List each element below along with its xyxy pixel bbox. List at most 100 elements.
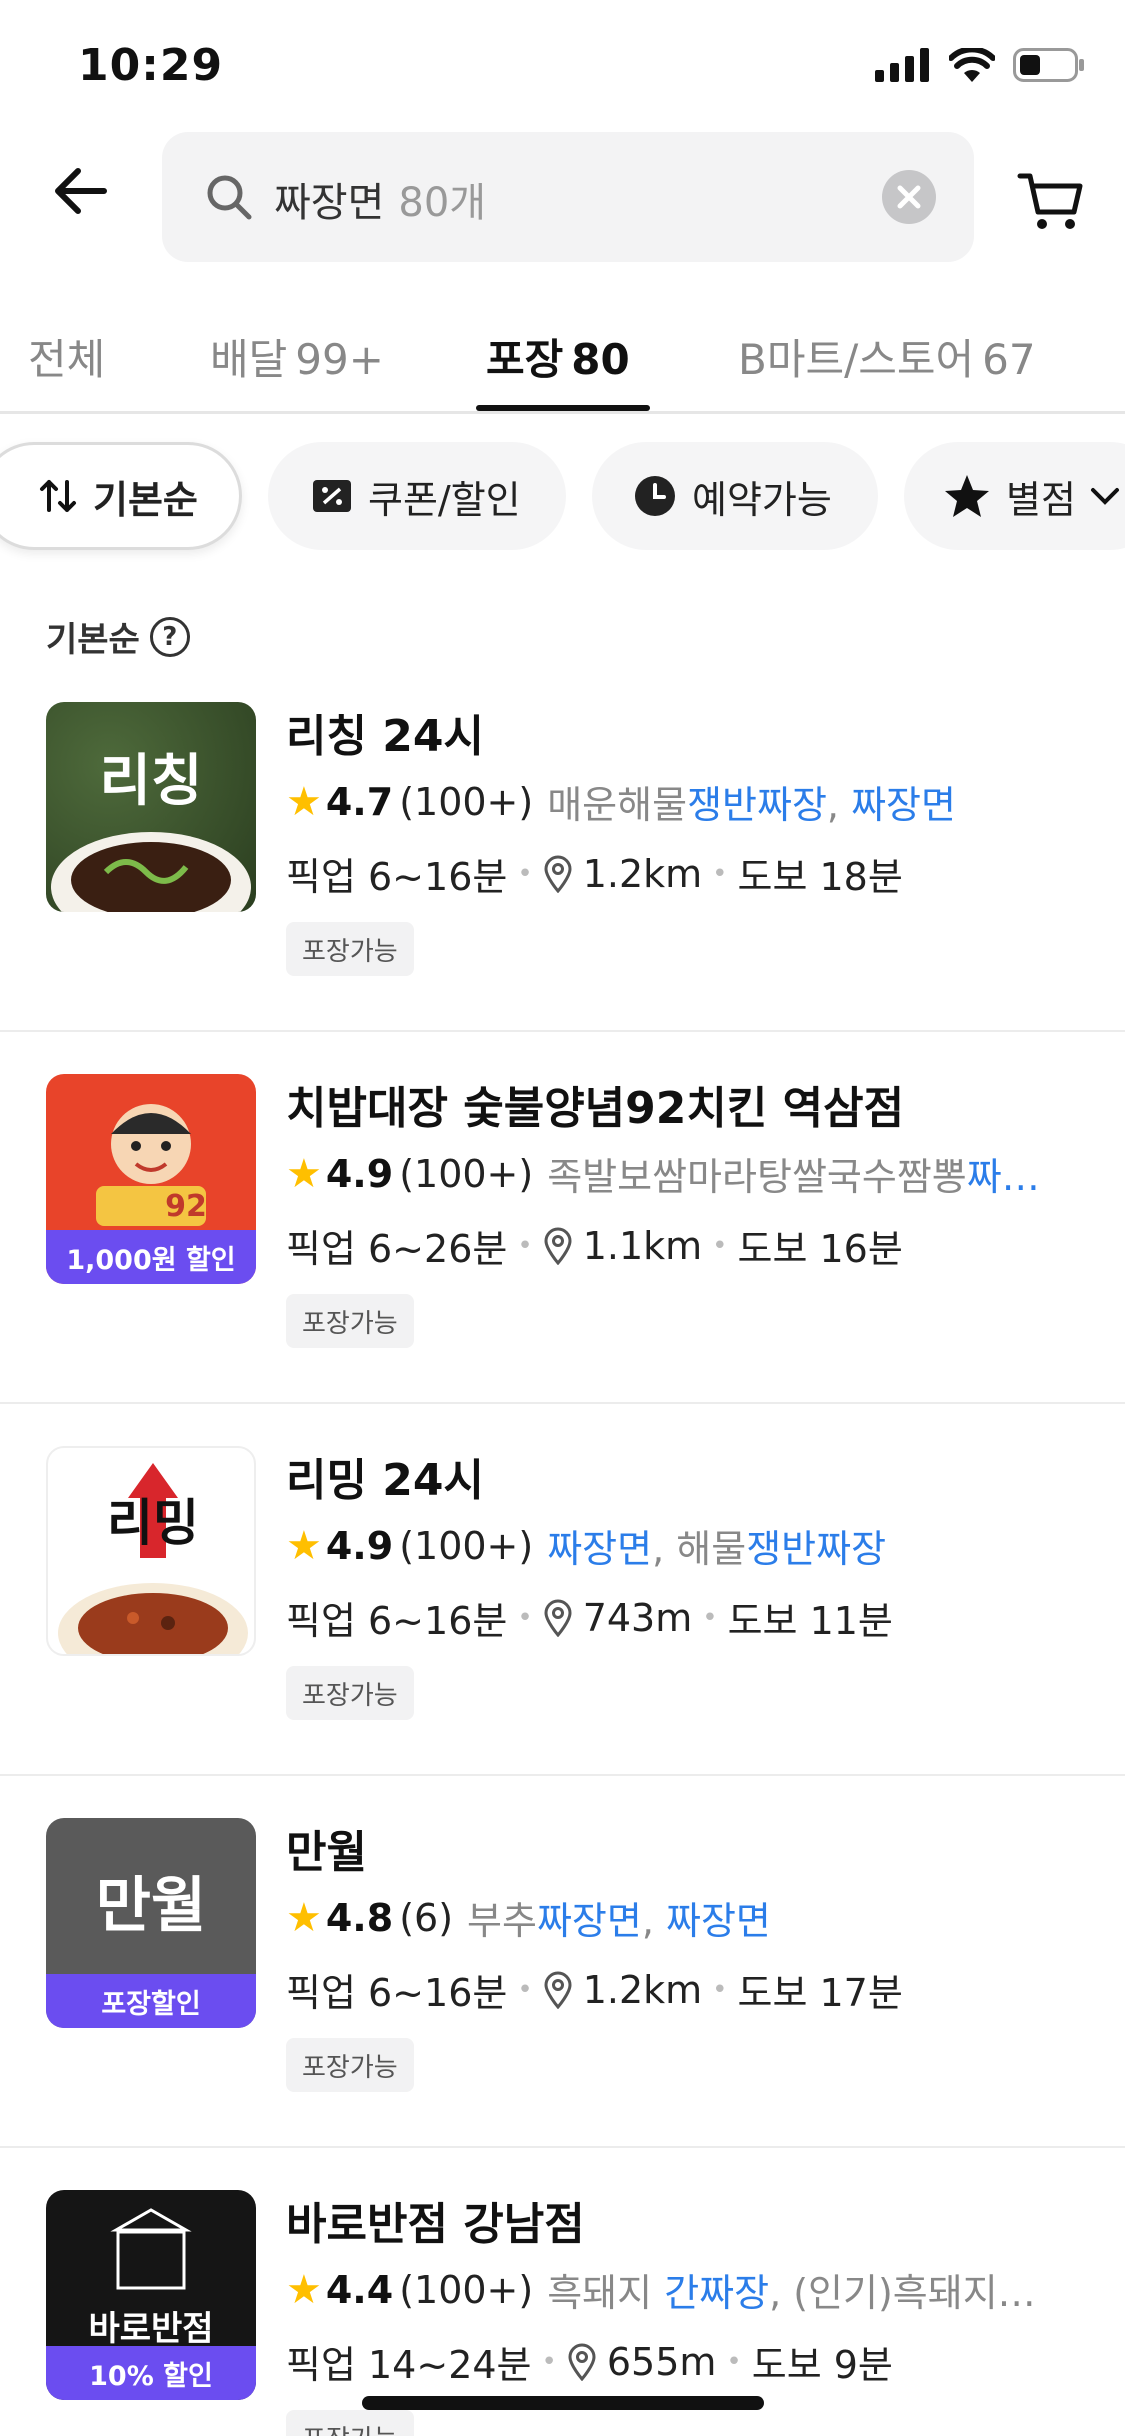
header: 짜장면 80개 — [0, 130, 1125, 270]
pickup-time: 픽업 14~24분 — [286, 2343, 532, 2387]
takeout-tag: 포장가능 — [286, 1294, 414, 1348]
location-pin-icon — [543, 1599, 573, 1637]
store-rating: 4.4 — [325, 2267, 394, 2312]
store-item[interactable]: 리칭 리칭 24시 ★ 4.7 (100+) 매운해물쟁반짜장, 짜장면 픽업 … — [0, 660, 1125, 1032]
menu-rest: , 해물 — [652, 1527, 747, 1571]
chevron-down-icon — [1090, 486, 1120, 506]
search-input[interactable]: 짜장면 80개 — [162, 132, 974, 262]
reserve-filter[interactable]: 예약가능 — [592, 442, 878, 550]
separator: • — [517, 1602, 533, 1633]
review-count: (100+) — [399, 779, 534, 824]
food-image: 리칭 — [51, 749, 251, 912]
tab-bmart-count: 67 — [982, 335, 1036, 384]
store-item[interactable]: 리밍 리밍 24시 ★ 4.9 (100+) 짜장면, 해물쟁반짜장 픽업 6~… — [0, 1404, 1125, 1776]
takeout-tag: 포장가능 — [286, 2410, 414, 2436]
review-count: (100+) — [399, 1151, 534, 1196]
store-item[interactable]: 만월 포장할인 만월 ★ 4.8 (6) 부추짜장면, 짜장면 픽업 6~16분… — [0, 1776, 1125, 2148]
cart-icon — [1017, 173, 1083, 229]
walk-time: 도보 11분 — [727, 1599, 893, 1643]
menu-plain: 매운해물 — [547, 783, 688, 827]
walk-time: 도보 16분 — [737, 1227, 903, 1271]
separator: • — [712, 1230, 728, 1261]
clear-search-button[interactable] — [882, 170, 936, 224]
store-item[interactable]: 바로반점 10% 할인 바로반점 강남점 ★ 4.4 (100+) 흑돼지 간짜… — [0, 2148, 1125, 2436]
store-name: 바로반점 강남점 — [286, 2199, 585, 2250]
separator: • — [517, 858, 533, 889]
store-meta: ★ 4.9 (100+) 짜장면, 해물쟁반짜장 — [286, 1518, 1086, 1573]
thumb-text: 리밍 — [107, 1494, 199, 1552]
store-rating: 4.7 — [325, 779, 394, 824]
separator: • — [712, 858, 728, 889]
tab-all[interactable]: 전체 — [28, 326, 105, 387]
thumb-text: 바로반점 — [88, 2309, 213, 2349]
sort-heading-text: 기본순 — [46, 620, 140, 660]
tab-delivery-count: 99+ — [295, 335, 384, 384]
store-name: 리밍 24시 — [286, 1455, 484, 1506]
takeout-tag: 포장가능 — [286, 1666, 414, 1720]
tab-bmart-label: B마트/스토어 — [738, 335, 975, 384]
separator: • — [702, 1602, 718, 1633]
store-thumbnail: 리밍 — [46, 1446, 256, 1656]
coupon-filter[interactable]: 쿠폰/할인 — [268, 442, 566, 550]
rating-star-icon: ★ — [286, 778, 322, 825]
review-count: (100+) — [399, 2267, 534, 2312]
menu-keywords: 족발보쌈마라탕쌀국수짬뽕짜… — [547, 1146, 1040, 1201]
food-image: 리밍 — [58, 1463, 248, 1654]
menu-rest: , (인기)흑돼지… — [769, 2271, 1036, 2315]
coupon-icon — [312, 479, 352, 513]
filter-bar: 기본순 쿠폰/할인 예약가능 별점 — [0, 442, 1125, 552]
pickup-time: 픽업 6~26분 — [286, 1227, 508, 1271]
distance: 655m — [606, 2339, 717, 2384]
store-info: 픽업 6~16분 • 1.2km • 도보 17분 — [286, 1962, 903, 2017]
review-count: (6) — [399, 1895, 454, 1940]
takeout-tag: 포장가능 — [286, 2038, 414, 2092]
store-item[interactable]: 92 1,000원 할인 치밥대장 숯불양념92치킨 역삼점 ★ 4.9 (10… — [0, 1032, 1125, 1404]
tab-takeout[interactable]: 포장 80 — [486, 326, 630, 387]
battery-icon — [1013, 48, 1084, 82]
menu-keywords: 매운해물쟁반짜장, 짜장면 — [547, 774, 956, 829]
status-bar: 10:29 — [0, 0, 1125, 130]
store-info: 픽업 14~24분 • 655m • 도보 9분 — [286, 2334, 893, 2389]
tab-takeout-label: 포장 — [486, 335, 564, 384]
location-pin-icon — [543, 855, 573, 893]
discount-badge: 포장할인 — [46, 1974, 256, 2028]
clock-icon — [634, 475, 676, 517]
home-indicator[interactable] — [362, 2396, 764, 2410]
rating-star-icon: ★ — [286, 1522, 322, 1569]
distance: 743m — [582, 1595, 693, 1640]
menu-highlight: 짜장면 — [851, 783, 956, 827]
store-thumbnail: 만월 포장할인 — [46, 1818, 256, 2028]
help-icon[interactable]: ? — [149, 616, 190, 657]
category-tabs: 전체 배달 99+ 포장 80 B마트/스토어 67 — [0, 300, 1125, 414]
active-tab-indicator — [476, 405, 650, 411]
search-icon — [207, 175, 252, 220]
separator: • — [541, 2346, 557, 2377]
distance: 1.2km — [582, 851, 703, 896]
walk-time: 도보 9분 — [751, 2343, 893, 2387]
store-info: 픽업 6~26분 • 1.1km • 도보 16분 — [286, 1218, 903, 1273]
store-thumbnail: 바로반점 10% 할인 — [46, 2190, 256, 2400]
cart-button[interactable] — [1016, 166, 1086, 236]
star-icon — [944, 474, 990, 518]
back-button[interactable] — [46, 156, 116, 226]
menu-keywords: 부추짜장면, 짜장면 — [467, 1890, 771, 1945]
menu-keywords: 짜장면, 해물쟁반짜장 — [547, 1518, 886, 1573]
tab-delivery[interactable]: 배달 99+ — [210, 326, 384, 387]
store-name: 만월 — [286, 1827, 367, 1878]
review-count: (100+) — [399, 1523, 534, 1568]
menu-plain: 부추 — [467, 1899, 537, 1943]
rating-star-icon: ★ — [286, 2266, 322, 2313]
rating-filter[interactable]: 별점 — [904, 442, 1125, 550]
walk-time: 도보 17분 — [737, 1971, 903, 2015]
sort-button[interactable]: 기본순 — [0, 442, 242, 550]
separator: • — [712, 1974, 728, 2005]
store-rating: 4.8 — [325, 1895, 394, 1940]
store-rating: 4.9 — [325, 1151, 394, 1196]
tab-bmart-store[interactable]: B마트/스토어 67 — [738, 326, 1036, 387]
search-query-text: 짜장면 — [274, 180, 385, 226]
store-rating: 4.9 — [325, 1523, 394, 1568]
menu-highlight: 짜장면 — [536, 1899, 642, 1943]
pickup-time: 픽업 6~16분 — [286, 855, 508, 899]
status-time: 10:29 — [78, 40, 224, 91]
location-pin-icon — [543, 1227, 573, 1265]
